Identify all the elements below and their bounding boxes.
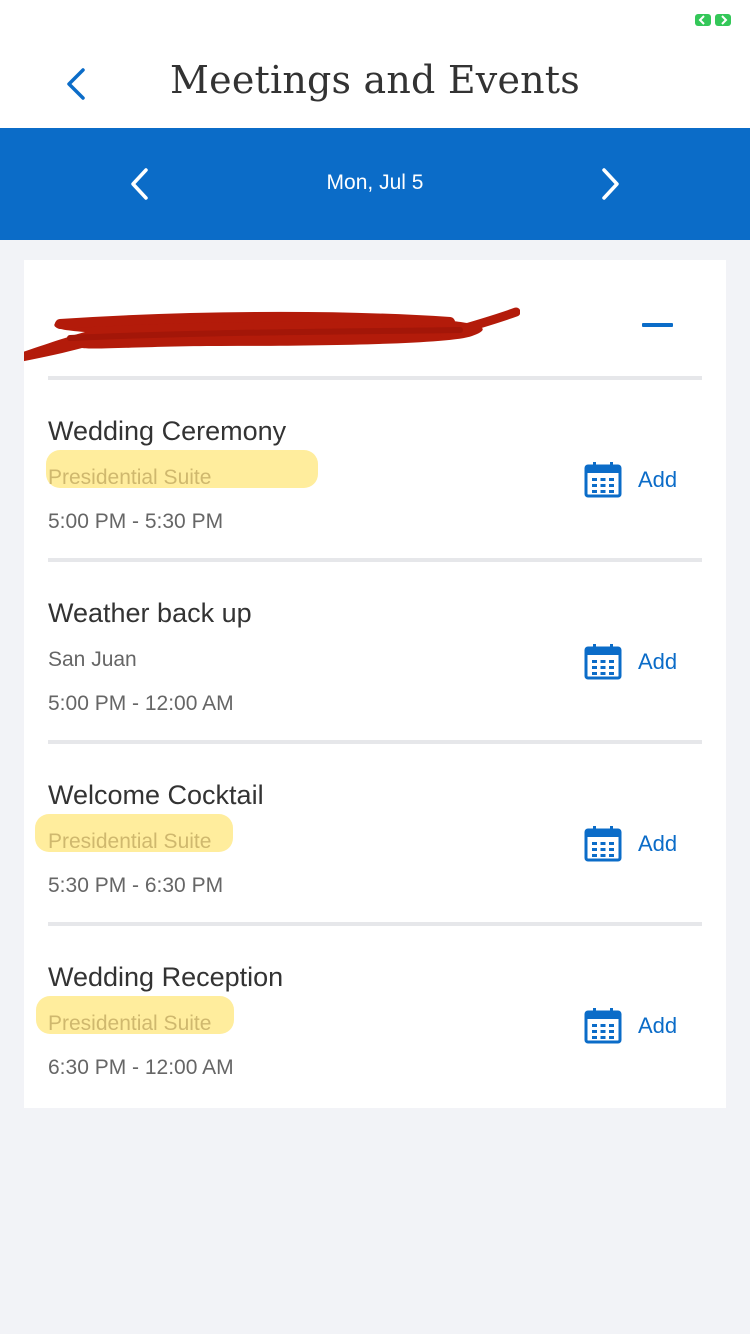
event-title: Weather back up [48,598,252,628]
date-navigator: Mon, Jul 5 [0,128,750,240]
event-title: Welcome Cocktail [48,780,264,810]
calendar-icon [584,1008,622,1044]
event-time: 5:00 PM - 5:30 PM [48,510,224,533]
collapse-button[interactable] [636,304,680,348]
add-label: Add [638,649,678,674]
redaction-scribble [24,307,520,362]
add-to-calendar-button[interactable]: Add [584,460,677,500]
battery-icon [695,14,731,26]
event-title: Wedding Ceremony [48,416,287,446]
add-to-calendar-button[interactable]: Add [584,642,677,682]
chevron-right-icon [602,168,619,200]
status-bar [0,0,750,40]
event-location: Presidential Suite [48,1012,212,1035]
add-label: Add [638,1013,678,1038]
event-location: Presidential Suite [48,466,212,489]
event-row: Welcome Cocktail Presidential Suite 5:30… [35,744,702,926]
calendar-icon [584,644,622,680]
event-row: Weather back up San Juan 5:00 PM - 12:00… [48,562,702,744]
calendar-icon [584,826,622,862]
event-time: 5:00 PM - 12:00 AM [48,692,234,715]
minus-icon [642,323,673,327]
event-title: Wedding Reception [48,962,284,992]
event-time: 6:30 PM - 12:00 AM [48,1056,234,1079]
page-title: Meetings and Events [170,58,580,102]
next-day-button[interactable] [582,156,638,212]
calendar-icon [584,462,622,498]
event-row: Wedding Ceremony Presidential Suite 5:00… [46,380,702,562]
navigation-bar: Meetings and Events [0,40,750,128]
add-label: Add [638,831,678,856]
event-location: San Juan [48,648,137,671]
event-row: Wedding Reception Presidential Suite 6:3… [36,926,702,1108]
add-to-calendar-button[interactable]: Add [584,824,677,864]
event-time: 5:30 PM - 6:30 PM [48,874,224,897]
events-card: Wedding Ceremony Presidential Suite 5:00… [24,260,726,1108]
event-location: Presidential Suite [48,830,212,853]
add-label: Add [638,467,678,492]
add-to-calendar-button[interactable]: Add [584,1006,677,1046]
